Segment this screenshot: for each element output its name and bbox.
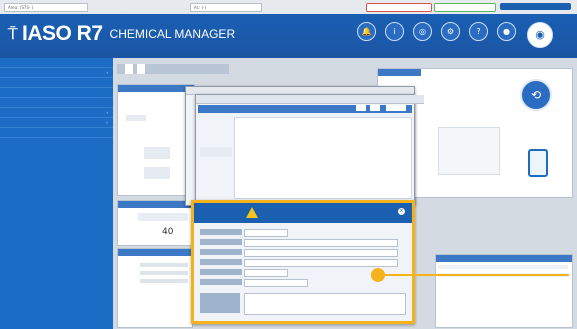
edit-dialog-title [196,95,424,104]
app-header: ⍑ IASO R7 CHEMICAL MANAGER 🔔 i ◎ ⚙? ● ◉ [0,14,577,58]
info-icon[interactable]: i [385,22,404,41]
status-pill-red[interactable] [366,3,432,12]
sidebar-item[interactable]: › [0,68,113,78]
summary-value: 40 [162,227,174,237]
top-action-button[interactable] [500,3,571,10]
sidebar-item[interactable] [0,58,113,68]
close-icon[interactable]: × [398,208,405,215]
chevron-right-icon: › [106,110,108,115]
callout-line [383,274,569,276]
right-table-title [436,255,572,262]
table-title [118,249,192,256]
help-icon[interactable]: ? [469,22,488,41]
dialog-field-label [200,249,242,255]
location-tree[interactable] [438,127,500,175]
chevron-right-icon: › [106,120,108,125]
chevron-right-icon: › [106,70,108,75]
table-row [140,263,188,267]
edit-dialog [195,94,424,204]
dialog-field-label [200,229,242,235]
table-row [438,265,568,269]
summary-bar [138,213,188,221]
settings-icon[interactable]: ⚙ [441,22,460,41]
tab-active[interactable] [125,64,133,74]
refresh-icon[interactable]: ⟲ [520,79,552,111]
dialog-note-label [200,293,240,313]
dialog-field-input[interactable] [244,239,398,247]
dialog-field-label [200,259,242,265]
table-row [140,271,188,275]
tab-strip[interactable] [117,64,229,74]
dialog-toolbar-button[interactable] [356,105,366,111]
left-info-panel [117,84,195,196]
sidebar-item[interactable] [0,88,113,98]
product-name: CHEMICAL MANAGER [109,27,236,41]
dialog-field-input[interactable] [244,269,288,277]
app-logo: ⍑ IASO R7 CHEMICAL MANAGER [8,22,235,46]
info-chip-2 [144,147,170,159]
right-table-panel [435,254,573,328]
sidebar-item[interactable] [0,128,113,138]
area-selector[interactable]: Area: (STS- ) [4,3,88,12]
sidebar-item[interactable]: › [0,108,113,118]
sidebar-item[interactable] [0,98,113,108]
dialog-note-field[interactable] [244,293,406,315]
summary-panel: 40 [117,200,193,246]
dialog-field-input[interactable] [244,279,308,287]
account-selector[interactable]: Ac: (-) [190,3,262,12]
user-icon[interactable]: ● [497,22,516,41]
dialog-toolbar-button[interactable] [370,105,380,111]
left-panel-title [118,85,194,92]
info-chip [126,115,146,121]
main-content: 40 ⟲ × [113,58,577,329]
dialog-field-input[interactable] [244,259,398,267]
dialog-form-area[interactable] [234,117,412,199]
profile-avatar-icon[interactable]: ◉ [527,22,553,48]
highlighted-confirmation-dialog: × [191,200,415,324]
tab-second[interactable] [137,64,145,74]
status-pill-green[interactable] [434,3,496,12]
dialog-side-label [200,147,232,157]
dialog-field-input[interactable] [244,249,398,257]
dialog-field-label [200,239,242,245]
top-toolbar: Area: (STS- ) Ac: (-) [0,0,577,15]
table-row [140,279,188,283]
dialog-toolbar-button[interactable] [386,105,406,111]
summary-title [118,201,192,208]
sidebar-item[interactable]: › [0,118,113,128]
right-panel-title [378,69,421,76]
confirmation-header: × [194,203,412,223]
sidebar-item[interactable] [0,78,113,88]
table-panel [117,248,193,328]
dialog-field-label [200,279,242,285]
globe-icon[interactable]: ◎ [413,22,432,41]
container-icon [528,149,548,177]
sidebar-nav: › › › [0,58,113,329]
warning-icon [246,207,258,218]
notification-icon[interactable]: 🔔 [357,22,376,41]
brand-name: IASO R7 [22,22,103,45]
logo-mark-icon: ⍑ [8,24,18,43]
dialog-field-input[interactable] [244,229,288,237]
info-chip-3 [144,167,170,179]
dialog-field-label [200,269,242,275]
